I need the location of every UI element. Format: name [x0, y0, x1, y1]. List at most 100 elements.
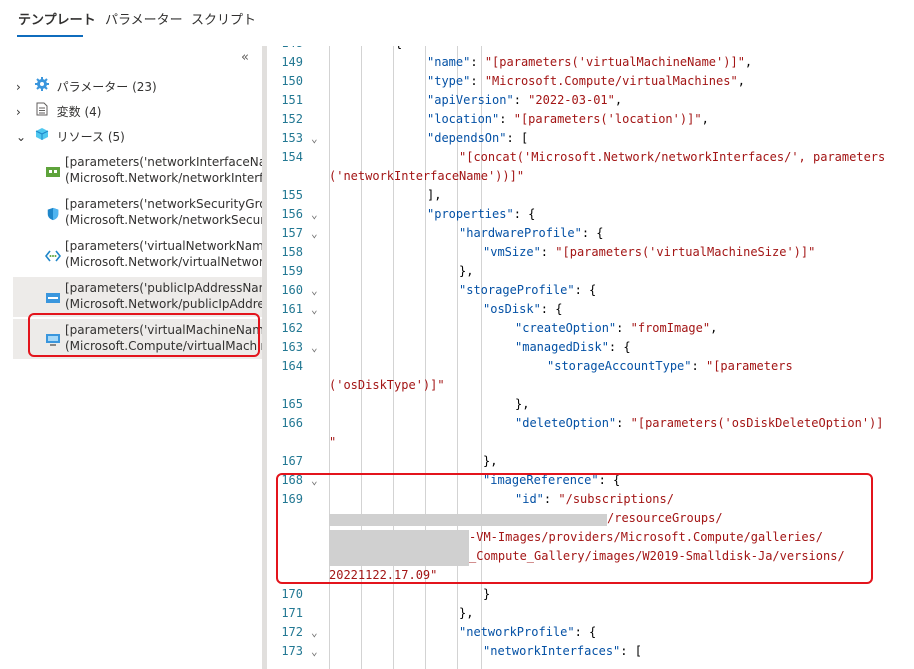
fold-chevron-icon[interactable]: ⌄	[311, 642, 318, 661]
resource-item-network-interface[interactable]: [parameters('networkInterfaceNam (Micros…	[13, 151, 262, 191]
active-tab-indicator	[17, 35, 83, 37]
code-line[interactable]: 155],	[267, 186, 914, 205]
document-icon	[34, 102, 50, 119]
tab-bar: テンプレート パラメーター スクリプト	[0, 0, 914, 40]
line-number: 159	[281, 264, 303, 278]
tree-node-variables[interactable]: › 変数 (4)	[16, 102, 101, 122]
code-line[interactable]: 161 ⌄ "osDisk": {	[267, 300, 914, 319]
line-number: 158	[281, 245, 303, 259]
code-text: "dependsOn": [	[427, 131, 529, 145]
code-line[interactable]: 148 {	[267, 46, 914, 53]
tree-node-label: リソース (5)	[56, 130, 125, 144]
code-text: "[concat('Microsoft.Network/networkInter…	[459, 150, 886, 164]
line-number: 161	[281, 302, 303, 316]
code-line[interactable]: 164 "storageAccountType": "[parameters	[267, 357, 914, 376]
code-editor[interactable]: 148 {149 "name": "[parameters('virtualMach…	[267, 46, 914, 669]
code-line[interactable]: 154 "[concat('Microsoft.Network/networkIn…	[267, 148, 914, 167]
line-number: 171	[281, 606, 303, 620]
tree-node-resources[interactable]: ⌄ リソース (5)	[16, 127, 125, 147]
fold-chevron-icon[interactable]: ⌄	[311, 281, 318, 300]
fold-chevron-icon[interactable]: ⌄	[311, 129, 318, 148]
code-line[interactable]: 167},	[267, 452, 914, 471]
code-line[interactable]: 171},	[267, 604, 914, 623]
code-line[interactable]: 160 ⌄ "storageProfile": {	[267, 281, 914, 300]
resource-type: (Microsoft.Network/networkSecuri	[65, 213, 262, 227]
code-line[interactable]: ('osDiskType')]"	[267, 376, 914, 395]
code-text: "name": "[parameters('virtualMachineName…	[427, 55, 753, 69]
code-line[interactable]: 151 "apiVersion": "2022-03-01",	[267, 91, 914, 110]
cube-icon	[34, 127, 50, 144]
line-number: 151	[281, 93, 303, 107]
code-text: "storageProfile": {	[459, 283, 597, 297]
chevron-right-icon[interactable]: ›	[16, 105, 28, 119]
tab-template[interactable]: テンプレート	[18, 9, 96, 28]
code-line[interactable]: 163 ⌄ "managedDisk": {	[267, 338, 914, 357]
code-line[interactable]: 150 "type": "Microsoft.Compute/virtualMac…	[267, 72, 914, 91]
code-line[interactable]: 156 ⌄ "properties": {	[267, 205, 914, 224]
code-line[interactable]: 170}	[267, 585, 914, 604]
code-text: ('osDiskType')]"	[329, 378, 445, 392]
highlight-box-virtual-machine	[28, 313, 260, 357]
line-number: 166	[281, 416, 303, 430]
code-line[interactable]: "	[267, 433, 914, 452]
gear-icon	[34, 77, 50, 94]
network-interface-icon	[46, 167, 60, 177]
code-line[interactable]: 159},	[267, 262, 914, 281]
line-number: 157	[281, 226, 303, 240]
tab-parameters[interactable]: パラメーター	[105, 9, 183, 28]
virtual-network-icon	[45, 250, 61, 262]
line-number: 154	[281, 150, 303, 164]
line-number: 165	[281, 397, 303, 411]
fold-chevron-icon[interactable]: ⌄	[311, 300, 318, 319]
highlight-box-image-reference	[276, 473, 873, 584]
code-text: "networkInterfaces": [	[483, 644, 642, 658]
code-line[interactable]: ('networkInterfaceName'))]"	[267, 167, 914, 186]
code-text: "location": "[parameters('location')]",	[427, 112, 709, 126]
code-text: {	[395, 46, 402, 53]
chevron-down-icon[interactable]: ⌄	[16, 130, 28, 144]
shield-icon	[47, 207, 59, 221]
code-line[interactable]: 165},	[267, 395, 914, 414]
resource-name: [parameters('networkSecurityGrou	[65, 197, 262, 211]
fold-chevron-icon[interactable]: ⌄	[311, 205, 318, 224]
code-text: },	[483, 454, 498, 468]
line-number: 172	[281, 625, 303, 639]
tree-node-label: パラメーター (23)	[56, 80, 157, 94]
resource-item-network-security-group[interactable]: [parameters('networkSecurityGrou (Micros…	[13, 193, 262, 233]
code-line[interactable]: 157 ⌄ "hardwareProfile": {	[267, 224, 914, 243]
resource-type: (Microsoft.Network/publicIpAddre	[65, 297, 262, 311]
code-line[interactable]: 172 ⌄ "networkProfile": {	[267, 623, 914, 642]
code-text: "apiVersion": "2022-03-01",	[427, 93, 623, 107]
code-text: },	[459, 606, 474, 620]
code-text: "createOption": "fromImage",	[515, 321, 718, 335]
fold-chevron-icon[interactable]: ⌄	[311, 623, 318, 642]
line-number: 164	[281, 359, 303, 373]
fold-chevron-icon[interactable]: ⌄	[311, 224, 318, 243]
public-ip-icon	[46, 293, 60, 303]
resource-item-public-ip[interactable]: [parameters('publicIpAddressNam (Microso…	[13, 277, 262, 317]
code-text: "vmSize": "[parameters('virtualMachineSi…	[483, 245, 816, 259]
line-number: 152	[281, 112, 303, 126]
tab-script[interactable]: スクリプト	[191, 9, 256, 28]
code-line[interactable]: 149 "name": "[parameters('virtualMachineN…	[267, 53, 914, 72]
line-number: 150	[281, 74, 303, 88]
tree-node-parameters[interactable]: › パラメーター (23)	[16, 77, 157, 97]
code-line[interactable]: 173 ⌄ "networkInterfaces": [	[267, 642, 914, 661]
chevron-right-icon[interactable]: ›	[16, 80, 28, 94]
fold-chevron-icon[interactable]: ⌄	[311, 338, 318, 357]
code-line[interactable]: 162 "createOption": "fromImage",	[267, 319, 914, 338]
code-line[interactable]: 152 "location": "[parameters('location')]…	[267, 110, 914, 129]
code-line[interactable]: 166 "deleteOption": "[parameters('osDiskD…	[267, 414, 914, 433]
resource-item-virtual-network[interactable]: [parameters('virtualNetworkName (Microso…	[13, 235, 262, 275]
resource-name: [parameters('publicIpAddressNam	[65, 281, 262, 295]
code-text: "hardwareProfile": {	[459, 226, 604, 240]
code-text: "properties": {	[427, 207, 536, 221]
code-text: "osDisk": {	[483, 302, 563, 316]
collapse-pane-button[interactable]: «	[241, 50, 249, 65]
line-number: 156	[281, 207, 303, 221]
code-line[interactable]: 153 ⌄ "dependsOn": [	[267, 129, 914, 148]
line-number: 170	[281, 587, 303, 601]
code-text: "deleteOption": "[parameters('osDiskDele…	[515, 416, 884, 430]
code-line[interactable]: 158 "vmSize": "[parameters('virtualMachin…	[267, 243, 914, 262]
tree-node-label: 変数 (4)	[56, 105, 102, 119]
